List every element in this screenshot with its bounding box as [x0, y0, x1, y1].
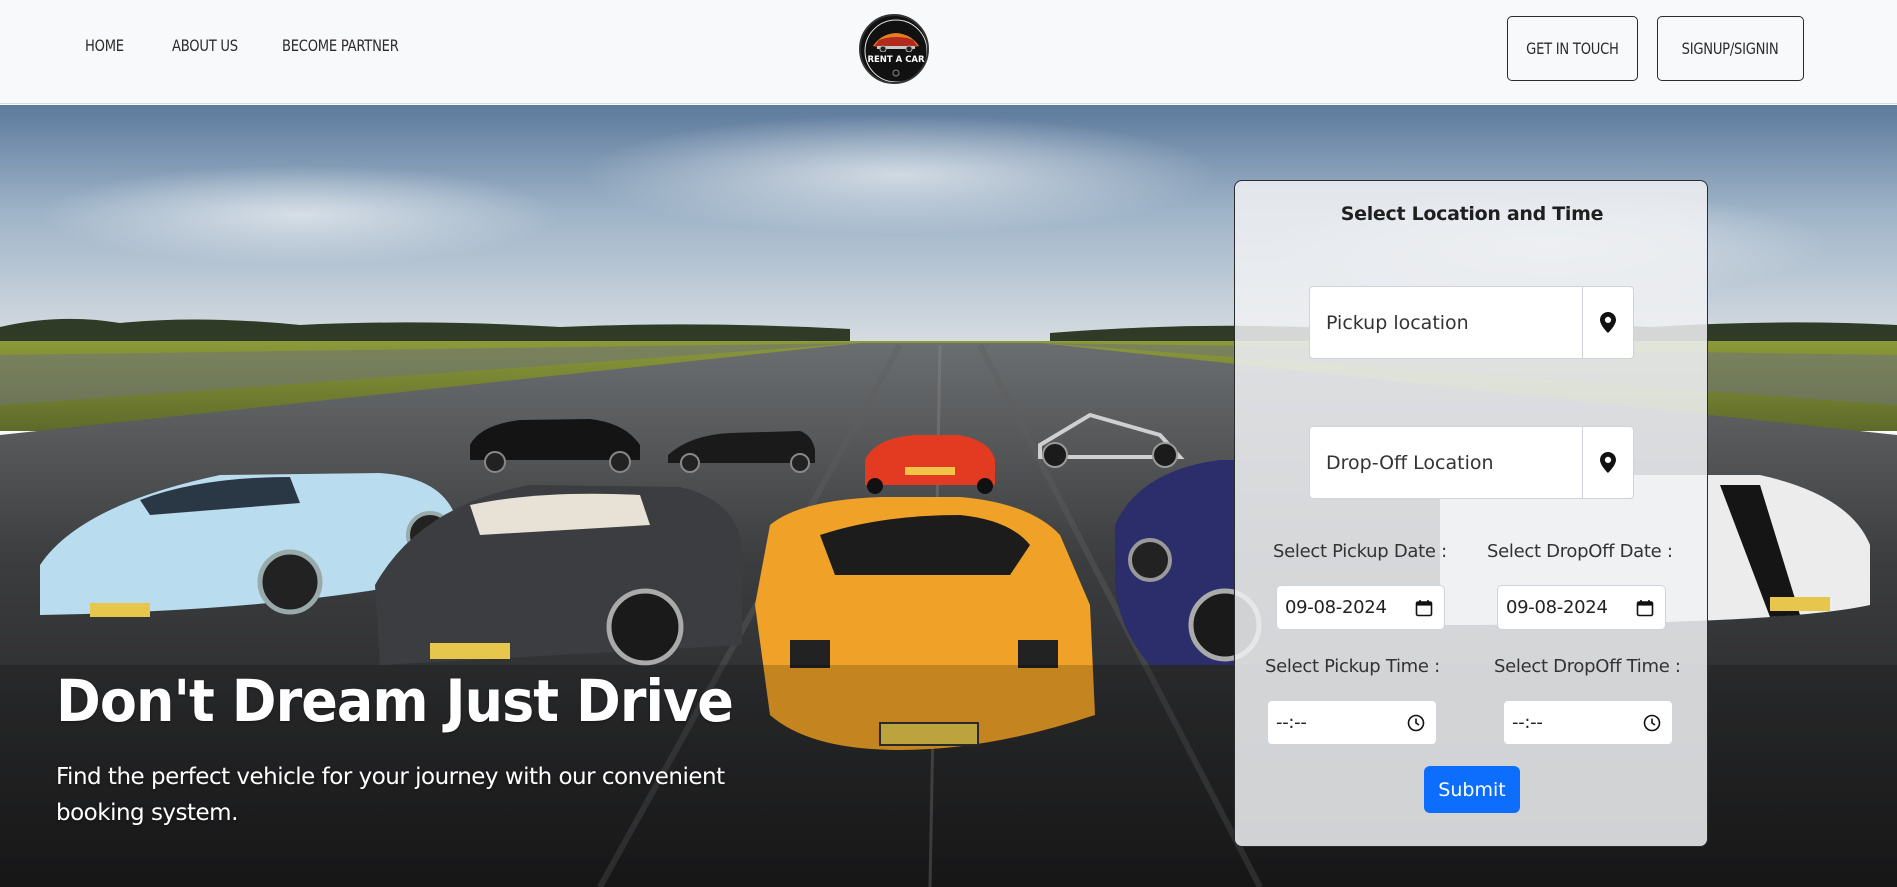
map-pin-icon [1600, 452, 1616, 473]
nav-about-link[interactable]: ABOUT US [172, 36, 238, 55]
clock-icon[interactable] [1406, 713, 1426, 733]
map-pin-icon [1600, 312, 1616, 333]
get-in-touch-button[interactable]: GET IN TOUCH [1507, 16, 1638, 81]
dropoff-location-input[interactable] [1310, 427, 1582, 498]
dropoff-time-input[interactable]: --:-- [1503, 700, 1673, 745]
dropoff-time-label: Select DropOff Time : [1494, 656, 1681, 677]
dropoff-date-label: Select DropOff Date : [1487, 541, 1673, 562]
logo-text: RENT A CAR [867, 55, 925, 65]
pickup-location-pin-button[interactable] [1582, 287, 1633, 358]
calendar-icon[interactable] [1635, 598, 1655, 618]
dropoff-date-input[interactable]: 09-08-2024 [1497, 585, 1666, 630]
pickup-date-input[interactable]: 09-08-2024 [1276, 585, 1445, 630]
clock-icon[interactable] [1642, 713, 1662, 733]
submit-button[interactable]: Submit [1424, 766, 1520, 813]
pickup-time-label: Select Pickup Time : [1265, 656, 1440, 677]
nav-home-link[interactable]: HOME [85, 36, 124, 55]
hero-title: Don't Dream Just Drive [56, 667, 734, 735]
pickup-time-input[interactable]: --:-- [1267, 700, 1437, 745]
signup-signin-label: SIGNUP/SIGNIN [1682, 39, 1779, 58]
pickup-date-label: Select Pickup Date : [1273, 541, 1447, 562]
form-title: Select Location and Time [1340, 203, 1604, 225]
hero-subtitle: Find the perfect vehicle for your journe… [56, 764, 725, 826]
car-logo-icon: RENT A CAR [862, 17, 927, 82]
pickup-date-value: 09-08-2024 [1285, 597, 1387, 618]
dropoff-location-group [1309, 426, 1634, 499]
pickup-time-value: --:-- [1276, 712, 1307, 733]
pickup-location-group [1309, 286, 1634, 359]
booking-form: Select Location and Time Select Pickup D… [1234, 180, 1708, 847]
signup-signin-button[interactable]: SIGNUP/SIGNIN [1657, 16, 1804, 81]
navbar: HOME ABOUT US BECOME PARTNER RENT A CAR … [0, 0, 1897, 104]
dropoff-time-value: --:-- [1512, 712, 1543, 733]
brand-logo[interactable]: RENT A CAR [859, 14, 929, 84]
dropoff-date-value: 09-08-2024 [1506, 597, 1608, 618]
hero-section: Don't Dream Just Drive Find the perfect … [0, 105, 1897, 887]
nav-become-partner-link[interactable]: BECOME PARTNER [282, 36, 399, 55]
get-in-touch-label: GET IN TOUCH [1526, 39, 1619, 58]
dropoff-location-pin-button[interactable] [1582, 427, 1633, 498]
pickup-location-input[interactable] [1310, 287, 1582, 358]
calendar-icon[interactable] [1414, 598, 1434, 618]
